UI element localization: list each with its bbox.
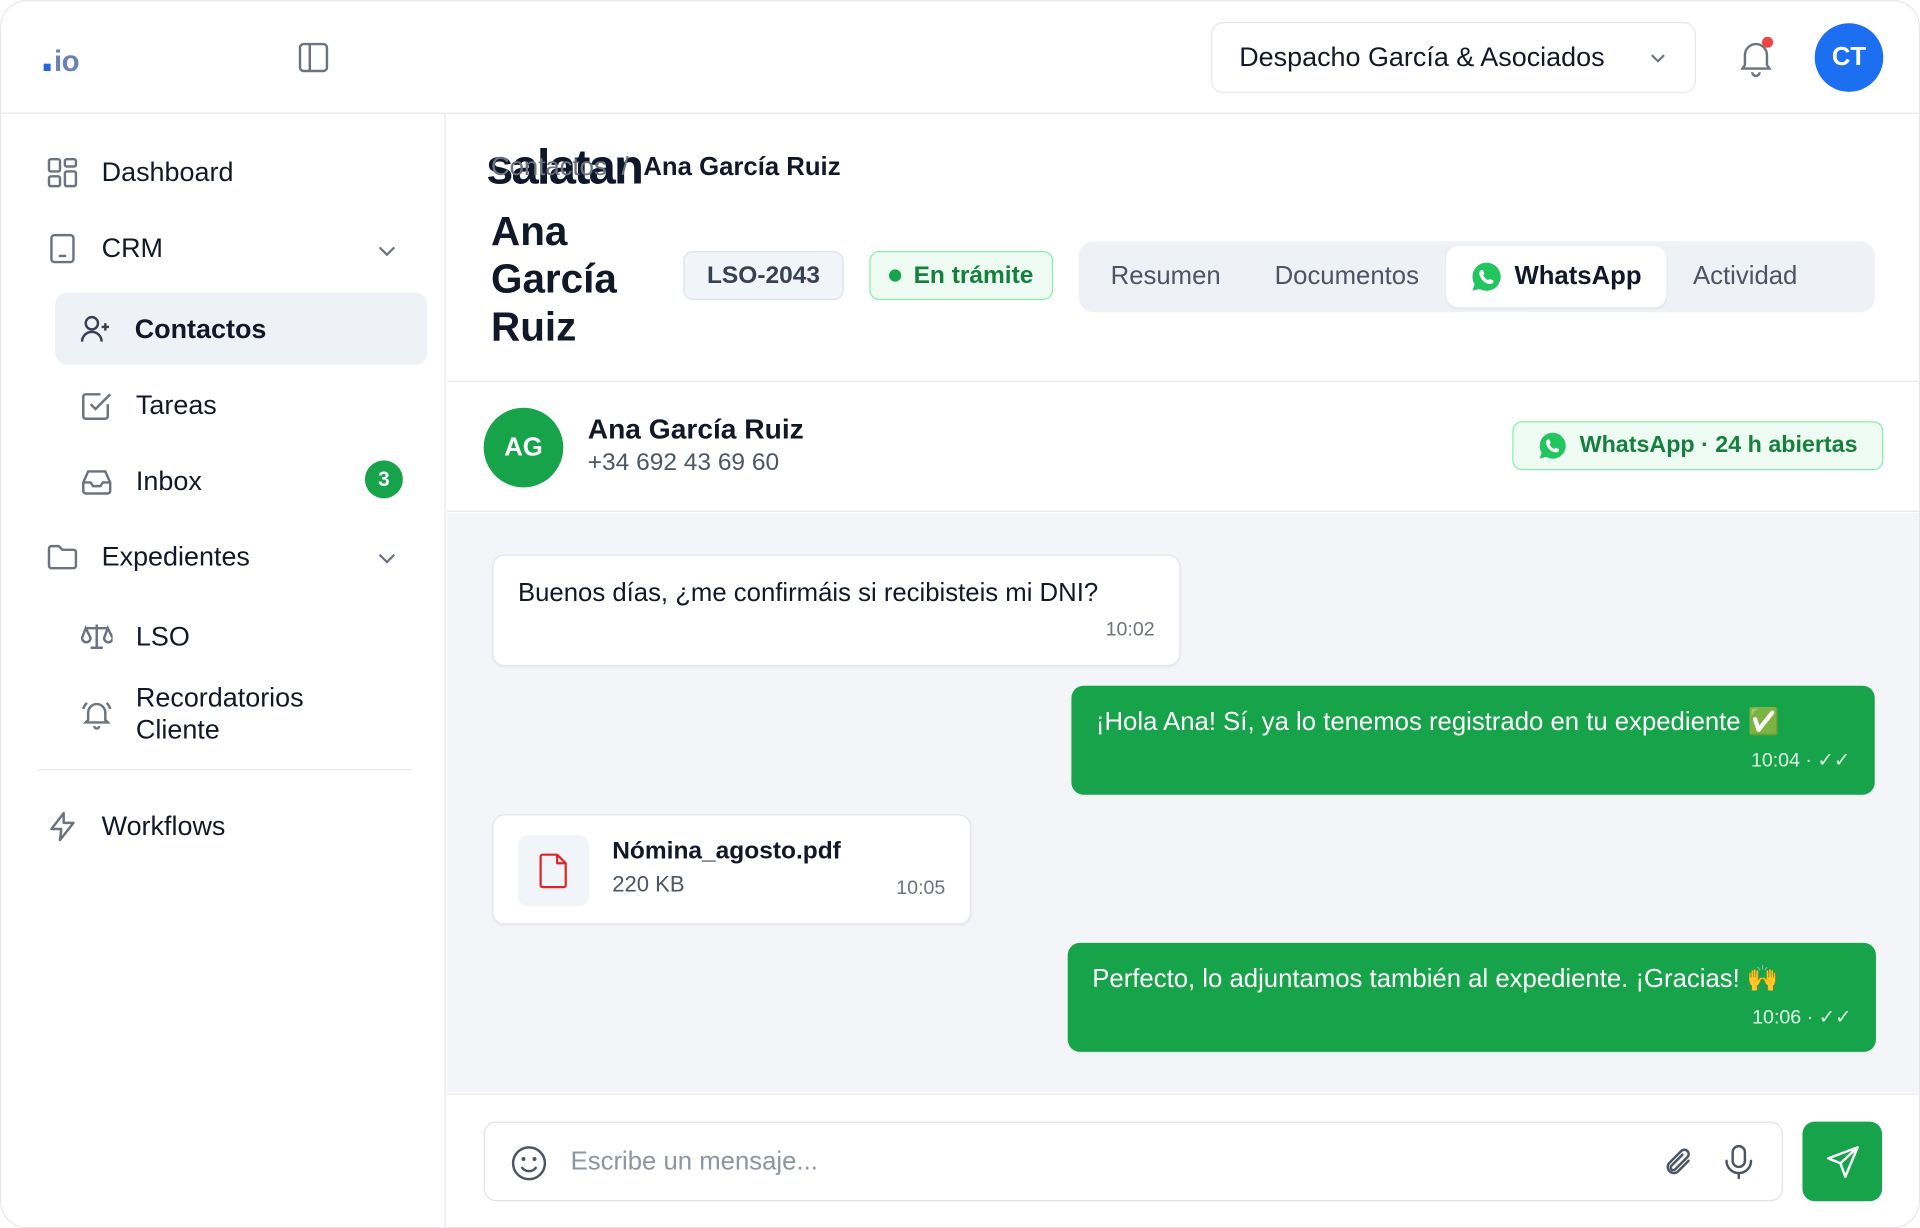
- message-list: Buenos días, ¿me confirmáis si recibiste…: [446, 513, 1919, 1093]
- top-bar: salatan. io Despacho García & Asociados C…: [1, 1, 1919, 195]
- message-time: 10:05: [896, 877, 946, 899]
- message-text: Perfecto, lo adjuntamos también al exped…: [1092, 964, 1779, 994]
- send-button[interactable]: [1802, 1121, 1883, 1202]
- message-outgoing: Perfecto, lo adjuntamos también al exped…: [1067, 942, 1876, 1052]
- breadcrumb-separator: /: [621, 153, 629, 182]
- message-input[interactable]: [570, 1143, 1624, 1181]
- file-size: 220 KB: [612, 871, 685, 897]
- user-avatar[interactable]: CT: [1814, 23, 1884, 92]
- page-title: Ana García Ruiz: [491, 208, 617, 349]
- sidebar-item-inbox[interactable]: Inbox: [80, 464, 202, 498]
- message-file-attachment[interactable]: Nómina_agosto.pdf 220 KB 10:05: [492, 814, 972, 925]
- sidebar-item-label: Workflows: [101, 810, 226, 842]
- sidebar-item-recordatorios[interactable]: Recordatorios Cliente: [80, 682, 332, 746]
- sidebar-item-label: CRM: [101, 232, 163, 264]
- message-time: 10:04 · ✓✓: [1750, 750, 1851, 772]
- inbox-count-badge: 3: [364, 460, 403, 499]
- tab-whatsapp[interactable]: WhatsApp: [1445, 246, 1667, 308]
- bell-ring-icon: [80, 697, 114, 731]
- tab-resumen[interactable]: Resumen: [1084, 246, 1248, 307]
- sidebar: Dashboard CRM Contactos Tareas Inbox 3 E…: [1, 113, 446, 1227]
- whatsapp-window-label: WhatsApp · 24 h abiertas: [1579, 432, 1858, 458]
- microphone-icon[interactable]: [1722, 1144, 1756, 1181]
- pdf-file-icon: [517, 835, 589, 907]
- inbox-tray-icon: [80, 464, 114, 498]
- tab-actividad[interactable]: Actividad: [1666, 246, 1824, 307]
- sidebar-item-expedientes[interactable]: Expedientes: [45, 540, 250, 574]
- sidebar-divider: [37, 768, 412, 771]
- whatsapp-icon: [1539, 432, 1566, 459]
- sidebar-item-label: Contactos: [134, 312, 267, 344]
- folder-icon: [45, 540, 79, 574]
- breadcrumb-link-contactos[interactable]: Contactos: [491, 153, 607, 182]
- contact-phone: +34 692 43 69 60: [587, 449, 780, 477]
- sidebar-item-dashboard[interactable]: Dashboard: [45, 156, 233, 190]
- sidebar-item-tareas[interactable]: Tareas: [80, 388, 217, 422]
- message-text: ¡Hola Ana! Sí, ya lo tenemos registrado …: [1095, 707, 1780, 736]
- sidebar-item-label: Recordatorios Cliente: [135, 682, 304, 745]
- tab-documentos[interactable]: Documentos: [1248, 246, 1446, 307]
- tabs: Resumen Documentos WhatsApp Actividad: [1078, 241, 1875, 313]
- sidebar-item-contactos[interactable]: Contactos: [55, 292, 428, 365]
- breadcrumb-current: Ana García Ruiz: [643, 153, 841, 182]
- whatsapp-window-badge: WhatsApp · 24 h abiertas: [1512, 421, 1884, 471]
- sidebar-item-lso[interactable]: LSO: [80, 620, 190, 654]
- contact-avatar: AG: [483, 407, 564, 488]
- chat-header: AG Ana García Ruiz +34 692 43 69 60 What…: [446, 382, 1919, 512]
- emoji-icon[interactable]: [509, 1144, 548, 1183]
- organization-select[interactable]: Despacho García & Asociados: [1211, 22, 1696, 94]
- sidebar-item-label: Dashboard: [101, 156, 234, 188]
- main-content: Contactos / Ana García Ruiz Ana García R…: [446, 114, 1919, 1227]
- logo[interactable]: salatan. io: [40, 28, 644, 195]
- status-label: En trámite: [913, 261, 1034, 289]
- chevron-down-icon[interactable]: [376, 239, 398, 261]
- breadcrumb: Contactos / Ana García Ruiz: [491, 153, 841, 182]
- checkbox-icon: [80, 388, 114, 422]
- message-outgoing: ¡Hola Ana! Sí, ya lo tenemos registrado …: [1071, 685, 1875, 795]
- composer-area: [446, 1093, 1919, 1227]
- sidebar-toggle-icon[interactable]: [298, 42, 330, 74]
- chevron-down-icon[interactable]: [376, 546, 398, 568]
- file-name: Nómina_agosto.pdf: [612, 837, 841, 865]
- notification-indicator: [1762, 36, 1774, 48]
- app-window: salatan. io Despacho García & Asociados C…: [0, 0, 1920, 1228]
- message-incoming: Buenos días, ¿me confirmáis si recibiste…: [492, 554, 1181, 667]
- dashboard-grid-icon: [45, 156, 79, 190]
- tablet-icon: [45, 231, 79, 265]
- sidebar-item-crm[interactable]: CRM: [45, 231, 163, 265]
- scale-icon: [80, 620, 114, 654]
- status-dot: [889, 269, 902, 282]
- paperclip-icon[interactable]: [1662, 1145, 1696, 1179]
- tab-label: WhatsApp: [1514, 262, 1642, 291]
- lightning-icon: [45, 809, 79, 843]
- whatsapp-icon: [1472, 262, 1501, 291]
- contact-name: Ana García Ruiz: [587, 412, 804, 445]
- user-plus-icon: [78, 312, 112, 346]
- send-icon: [1826, 1145, 1859, 1178]
- sidebar-item-workflows[interactable]: Workflows: [45, 809, 225, 843]
- logo-tld: io: [54, 45, 80, 79]
- message-time: 10:02: [1105, 619, 1155, 641]
- message-composer: [483, 1121, 1783, 1202]
- message-text: Buenos días, ¿me confirmáis si recibiste…: [517, 579, 1099, 608]
- message-time: 10:06 · ✓✓: [1752, 1007, 1852, 1029]
- logo-dot: .: [40, 28, 55, 83]
- sidebar-item-label: Tareas: [135, 389, 217, 421]
- sidebar-item-label: LSO: [135, 620, 190, 652]
- case-id-badge: LSO-2043: [683, 251, 844, 301]
- organization-name: Despacho García & Asociados: [1239, 41, 1605, 73]
- sidebar-item-label: Expedientes: [101, 541, 250, 572]
- status-badge: En trámite: [869, 251, 1054, 301]
- sidebar-item-label: Inbox: [135, 465, 202, 496]
- chevron-down-icon: [1651, 54, 1665, 63]
